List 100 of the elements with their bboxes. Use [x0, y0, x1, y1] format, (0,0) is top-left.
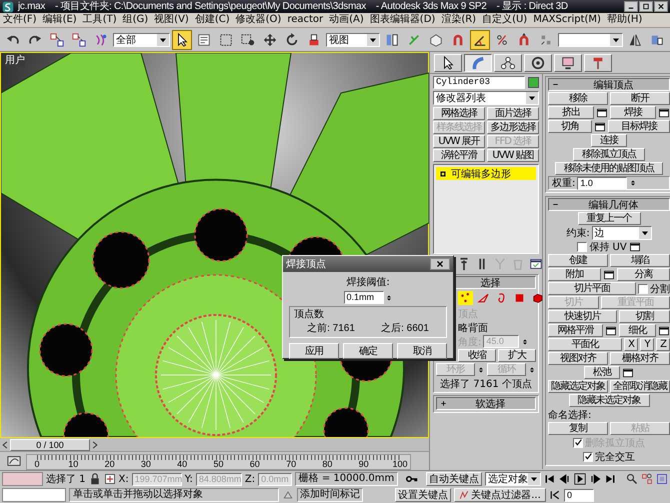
menu-item[interactable]: 创建(C) — [192, 14, 233, 26]
menu-item[interactable]: reactor — [284, 14, 326, 26]
tool-button[interactable]: 分离 — [617, 268, 670, 281]
axis-button[interactable]: Y — [640, 338, 654, 351]
tool-button[interactable]: 目标焊接 — [608, 120, 670, 133]
tool-button[interactable]: 断开 — [610, 92, 670, 105]
window-icon[interactable] — [658, 106, 670, 118]
zoom-all-icon[interactable] — [641, 473, 653, 485]
tool-button[interactable]: 栅格对齐 — [610, 352, 670, 365]
play-icon[interactable] — [574, 473, 586, 485]
tool-button[interactable]: 挤出 — [548, 106, 594, 119]
tool-button[interactable]: 焊接 — [610, 106, 656, 119]
tool-button[interactable]: 复制 — [548, 422, 608, 435]
vertex-dots-icon[interactable] — [458, 291, 473, 305]
toolbar-dropdown[interactable]: 视图 — [326, 32, 380, 46]
menu-item[interactable]: 自定义(U) — [479, 14, 530, 26]
tool-button[interactable]: 切片平面 — [548, 282, 636, 295]
tool-button[interactable]: 细化 — [619, 324, 656, 337]
tool-button[interactable]: 网格平滑 — [548, 324, 603, 337]
constraint-dropdown[interactable]: 边 — [592, 226, 652, 240]
checkbox[interactable] — [583, 452, 593, 462]
menu-item[interactable]: 图表编辑器(D) — [366, 14, 438, 26]
maximize-icon[interactable] — [639, 1, 653, 12]
absolute-mode-icon[interactable] — [104, 473, 116, 485]
tool-button[interactable]: 塌陷 — [610, 254, 670, 267]
close-icon[interactable] — [654, 1, 668, 12]
magnifier-icon[interactable] — [626, 473, 638, 485]
menu-item[interactable]: 帮助(H) — [604, 14, 646, 26]
dialog-button[interactable]: 确定 — [343, 343, 393, 359]
curve-editor-icon[interactable] — [6, 454, 22, 468]
menu-item[interactable]: MAXScript(M) — [530, 14, 604, 26]
auto-key-button[interactable]: 自动关键点 — [426, 472, 482, 486]
window-icon[interactable] — [605, 324, 617, 336]
go-to-end-icon[interactable] — [604, 473, 616, 485]
window-icon[interactable] — [622, 366, 634, 378]
tool-button[interactable]: 网格选择 — [433, 107, 485, 120]
threshold-field[interactable]: 0.1mm — [344, 291, 384, 304]
rollout-header[interactable]: 编辑几何体 — [548, 198, 670, 211]
wheel-icon[interactable] — [524, 54, 552, 72]
go-to-start-icon[interactable] — [544, 473, 556, 485]
window-icon[interactable] — [594, 120, 606, 132]
tool-button[interactable]: 切割 — [619, 310, 670, 323]
axis-button[interactable]: Z — [656, 338, 670, 351]
checkbox[interactable] — [638, 284, 648, 294]
tool-button[interactable]: 移除未使用的贴图顶点 — [555, 162, 663, 175]
menu-item[interactable]: 组(G) — [120, 14, 152, 26]
close-icon[interactable] — [430, 258, 450, 270]
bent-pipe-icon[interactable] — [464, 54, 492, 72]
modifier-list-dropdown[interactable]: 修改器列表 — [433, 91, 539, 105]
rollout-header[interactable]: 编辑顶点 — [548, 78, 670, 91]
tool-button[interactable]: 面片选择 — [487, 107, 539, 120]
triangle-outline-icon[interactable] — [476, 291, 491, 305]
dialog-button[interactable]: 取消 — [397, 343, 447, 359]
menu-item[interactable]: 渲染(R) — [438, 14, 480, 26]
tool-button[interactable]: UVW 贴图 — [487, 149, 539, 162]
dialog-button[interactable]: 应用 — [289, 343, 339, 359]
tool-button[interactable]: 移除 — [548, 92, 608, 105]
tool-button[interactable]: 隐藏未选定对象 — [568, 394, 650, 407]
cursor-icon[interactable] — [172, 30, 192, 50]
checkbox[interactable] — [577, 242, 588, 252]
zoom-extents-icon[interactable] — [656, 473, 668, 485]
monitor-icon[interactable] — [554, 54, 582, 72]
key-filters-button[interactable]: 关键点过滤器... — [454, 488, 546, 502]
previous-frame-icon[interactable] — [559, 473, 572, 485]
key-mode-dropdown[interactable]: 选定对象 — [485, 472, 542, 486]
object-name-field[interactable]: Cylinder03 — [433, 76, 525, 89]
time-slider-thumb[interactable]: 0 / 100 — [10, 438, 90, 450]
tool-button[interactable]: 多边形选择 — [487, 121, 539, 134]
hammer-icon[interactable] — [584, 54, 612, 72]
tool-button[interactable]: 重复上一个 — [578, 212, 640, 225]
menu-item[interactable]: 工具(T) — [80, 14, 120, 26]
tool-button[interactable]: 平面化 — [548, 338, 622, 351]
tool-button[interactable]: 移除孤立顶点 — [573, 148, 645, 161]
tool-button[interactable]: 扩大 — [498, 349, 536, 362]
viewport-label[interactable]: 用户 — [5, 55, 25, 67]
menu-item[interactable]: 动画(A) — [326, 14, 367, 26]
tool-button[interactable]: 附加 — [548, 268, 601, 281]
tool-button[interactable]: 创建 — [548, 254, 608, 267]
tool-button[interactable]: 全部取消隐藏 — [610, 380, 670, 393]
rollout-header[interactable]: 软选择 — [436, 397, 536, 410]
angle-snap-icon[interactable] — [470, 30, 490, 50]
menu-item[interactable]: 编辑(E) — [40, 14, 80, 26]
color-swatch[interactable] — [528, 77, 539, 88]
window-icon[interactable] — [628, 240, 641, 252]
lock-icon[interactable] — [88, 473, 101, 485]
key-mode-icon[interactable] — [549, 489, 561, 501]
window-icon[interactable] — [596, 106, 608, 118]
menu-item[interactable]: 修改器(O) — [232, 14, 284, 26]
hierarchy-icon[interactable] — [494, 54, 522, 72]
set-key-button[interactable]: 设置关键点 — [395, 488, 451, 502]
frame-field[interactable]: 0 — [564, 488, 594, 502]
tool-button[interactable]: UVW 展开 — [433, 135, 485, 148]
maxscript-listener-field[interactable] — [2, 472, 43, 486]
window-icon[interactable] — [658, 324, 670, 336]
tool-button[interactable]: 视图对齐 — [548, 352, 608, 365]
tool-button[interactable]: 收缩 — [458, 349, 496, 362]
tool-button[interactable]: 涡轮平滑 — [433, 149, 485, 162]
toolbar-dropdown[interactable]: 全部 — [113, 32, 170, 46]
tool-button[interactable]: 快速切片 — [548, 310, 617, 323]
tool-button[interactable]: 连接 — [591, 134, 627, 147]
